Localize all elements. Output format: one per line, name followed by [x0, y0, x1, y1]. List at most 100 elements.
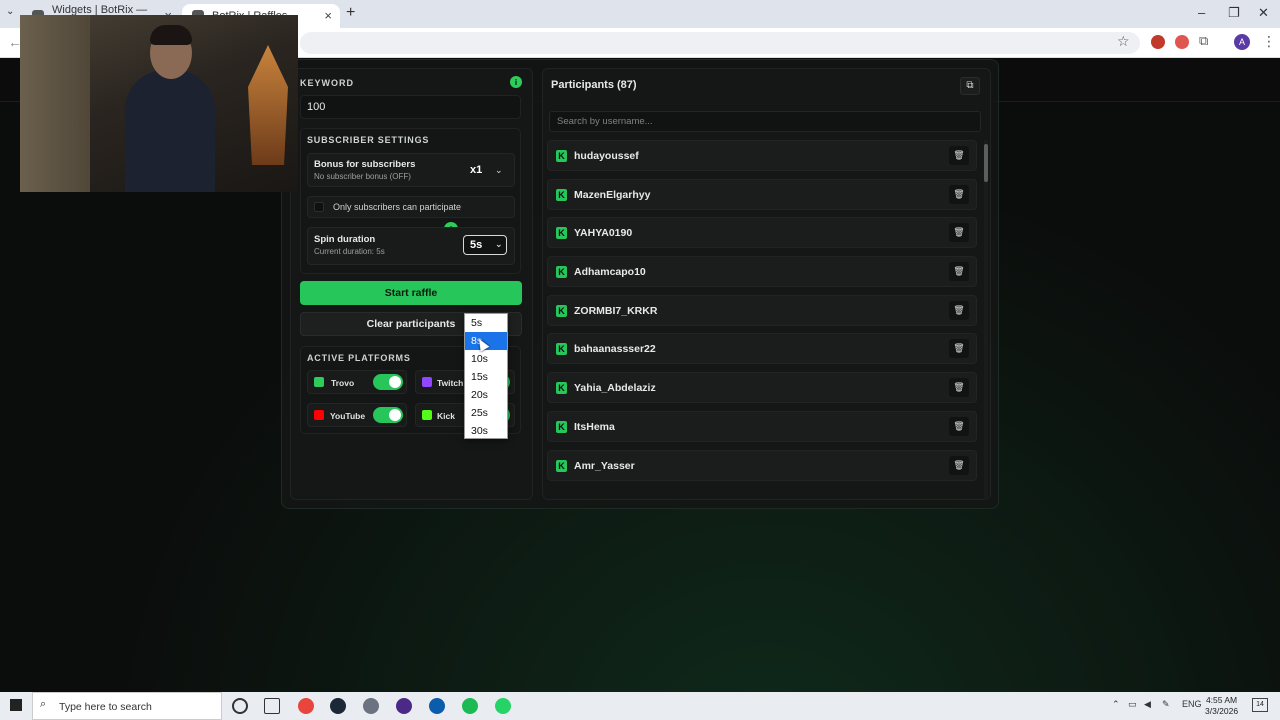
obs-icon[interactable]	[396, 698, 412, 714]
taskbar-clock[interactable]: 4:55 AM 3/3/2026	[1205, 695, 1238, 717]
participant-name: Amr_Yasser	[574, 459, 635, 472]
search-icon: ⌕	[40, 698, 47, 710]
subscriber-settings-label: SUBSCRIBER SETTINGS	[307, 135, 430, 145]
webcam-overlay	[20, 15, 298, 192]
trash-icon[interactable]: 🗑	[949, 416, 969, 436]
trash-icon[interactable]: 🗑	[949, 146, 969, 165]
kick-icon: K	[556, 343, 567, 356]
info-icon[interactable]: i	[510, 76, 522, 88]
participant-name: ZORMBI7_KRKR	[574, 304, 658, 317]
list-item: K YAHYA0190 🗑	[547, 217, 977, 249]
list-item: K Adhamcapo10 🗑	[547, 256, 977, 288]
app-icon[interactable]	[363, 698, 379, 714]
menu-kebab-icon[interactable]: ⋮	[1262, 33, 1276, 50]
participant-name: Yahia_Abdelaziz	[574, 382, 656, 395]
list-item: K Amr_Yasser 🗑	[547, 449, 977, 481]
trash-icon[interactable]: 🗑	[949, 455, 969, 475]
twitch-icon	[422, 377, 432, 387]
new-tab-button[interactable]: +	[346, 4, 355, 22]
active-platforms-label: ACTIVE PLATFORMS	[307, 353, 411, 363]
extension-icon[interactable]	[1151, 35, 1165, 49]
copy-icon[interactable]: ⧉	[960, 77, 980, 95]
pen-icon[interactable]: ✎	[1162, 699, 1170, 710]
language-indicator[interactable]: ENG	[1182, 699, 1202, 709]
trash-icon[interactable]: 🗑	[949, 184, 969, 204]
spin-option[interactable]: 15s	[465, 368, 507, 386]
participants-scrollbar[interactable]	[984, 140, 988, 500]
trovo-icon	[314, 377, 324, 387]
bonus-title: Bonus for subscribers	[314, 159, 416, 170]
platform-name: YouTube	[330, 411, 366, 421]
windows-start-icon[interactable]	[10, 699, 22, 711]
only-subscribers-checkbox[interactable]	[314, 202, 324, 212]
extensions-puzzle-icon[interactable]: ⧉	[1199, 33, 1208, 49]
kick-icon: K	[556, 227, 567, 240]
list-item: Khudayoussef 🗑	[547, 140, 977, 171]
spin-option[interactable]: 25s	[465, 404, 507, 422]
tab-search-icon[interactable]: ⌄	[6, 6, 14, 17]
clock-date: 3/3/2026	[1205, 706, 1239, 716]
profile-avatar[interactable]: A	[1234, 34, 1250, 50]
chrome-icon[interactable]	[298, 698, 314, 714]
kick-icon: K	[556, 459, 567, 472]
spin-duration-value: 5s	[470, 239, 483, 251]
chevron-down-icon: ⌄	[495, 165, 503, 175]
trovo-toggle[interactable]	[373, 374, 403, 390]
list-item: K MazenElgarhyy 🗑	[547, 178, 977, 210]
spin-option[interactable]: 5s	[465, 314, 507, 332]
start-raffle-button[interactable]: Start raffle	[300, 281, 522, 305]
close-window-icon[interactable]: ✕	[1258, 5, 1269, 21]
participant-list: Khudayoussef 🗑 K MazenElgarhyy 🗑 K YAHYA0190…	[547, 140, 977, 488]
spin-option[interactable]: 20s	[465, 386, 507, 404]
participant-search-input[interactable]	[549, 111, 981, 132]
trash-icon[interactable]: 🗑	[949, 378, 969, 398]
restore-icon[interactable]: ❐	[1228, 5, 1240, 21]
platform-name: Kick	[437, 411, 455, 421]
kick-icon	[422, 410, 432, 420]
task-view-icon[interactable]	[264, 698, 280, 714]
taskbar-search[interactable]: Type here to search	[32, 692, 222, 720]
trash-icon[interactable]: 🗑	[949, 300, 969, 320]
only-subscribers-label: Only subscribers can participate	[333, 202, 462, 212]
kick-icon: K	[556, 382, 567, 395]
kick-icon: K	[556, 304, 567, 317]
mail-icon[interactable]	[429, 698, 445, 714]
spin-duration-select[interactable]: 5s ⌄	[463, 235, 507, 255]
platform-name: Twitch	[437, 378, 464, 388]
keyword-input[interactable]: 100	[300, 95, 521, 119]
trash-icon[interactable]: 🗑	[949, 262, 969, 282]
participant-name: Adhamcapo10	[574, 266, 646, 279]
bonus-multiplier-select[interactable]: x1	[470, 164, 482, 176]
cortana-icon[interactable]	[232, 698, 248, 714]
list-item: K ItsHema 🗑	[547, 410, 977, 442]
windows-taskbar: Type here to search ⌕ ⌃ ▭ ◀ ✎ ENG 4:55 A…	[0, 692, 1280, 720]
spin-option[interactable]: 10s	[465, 350, 507, 368]
whatsapp-icon[interactable]	[495, 698, 511, 714]
youtube-toggle[interactable]	[373, 407, 403, 423]
adblock-icon[interactable]	[1175, 35, 1189, 49]
tray-chevron-icon[interactable]: ⌃	[1112, 699, 1120, 710]
trash-icon[interactable]: 🗑	[949, 339, 969, 359]
participant-name: YAHYA0190	[574, 227, 633, 240]
list-item: K Yahia_Abdelaziz 🗑	[547, 372, 977, 404]
trash-icon[interactable]: 🗑	[949, 223, 969, 243]
network-icon[interactable]: ▭	[1128, 699, 1137, 710]
omnibox[interactable]	[300, 32, 1140, 54]
spin-duration-dropdown: 5s 8s 10s 15s 20s 25s 30s	[464, 313, 508, 439]
participant-name: bahaanassser22	[574, 343, 656, 356]
spin-option[interactable]: 30s	[465, 422, 507, 440]
close-tab-icon[interactable]: ×	[324, 8, 332, 23]
spotify-icon[interactable]	[462, 698, 478, 714]
minimize-icon[interactable]: –	[1198, 5, 1205, 20]
notifications-icon[interactable]: 14	[1252, 698, 1268, 712]
chevron-down-icon: ⌄	[495, 239, 503, 249]
keyword-label: KEYWORD	[300, 78, 354, 88]
bonus-subtitle: No subscriber bonus (OFF)	[314, 172, 411, 181]
volume-icon[interactable]: ◀	[1144, 699, 1151, 710]
participant-name: MazenElgarhyy	[574, 188, 651, 201]
list-item: Kbahaanassser22 🗑	[547, 333, 977, 365]
steam-icon[interactable]	[330, 698, 346, 714]
platform-name: Trovo	[331, 378, 355, 388]
kick-icon: K	[556, 188, 567, 201]
bookmark-star-icon[interactable]: ☆	[1117, 33, 1130, 50]
